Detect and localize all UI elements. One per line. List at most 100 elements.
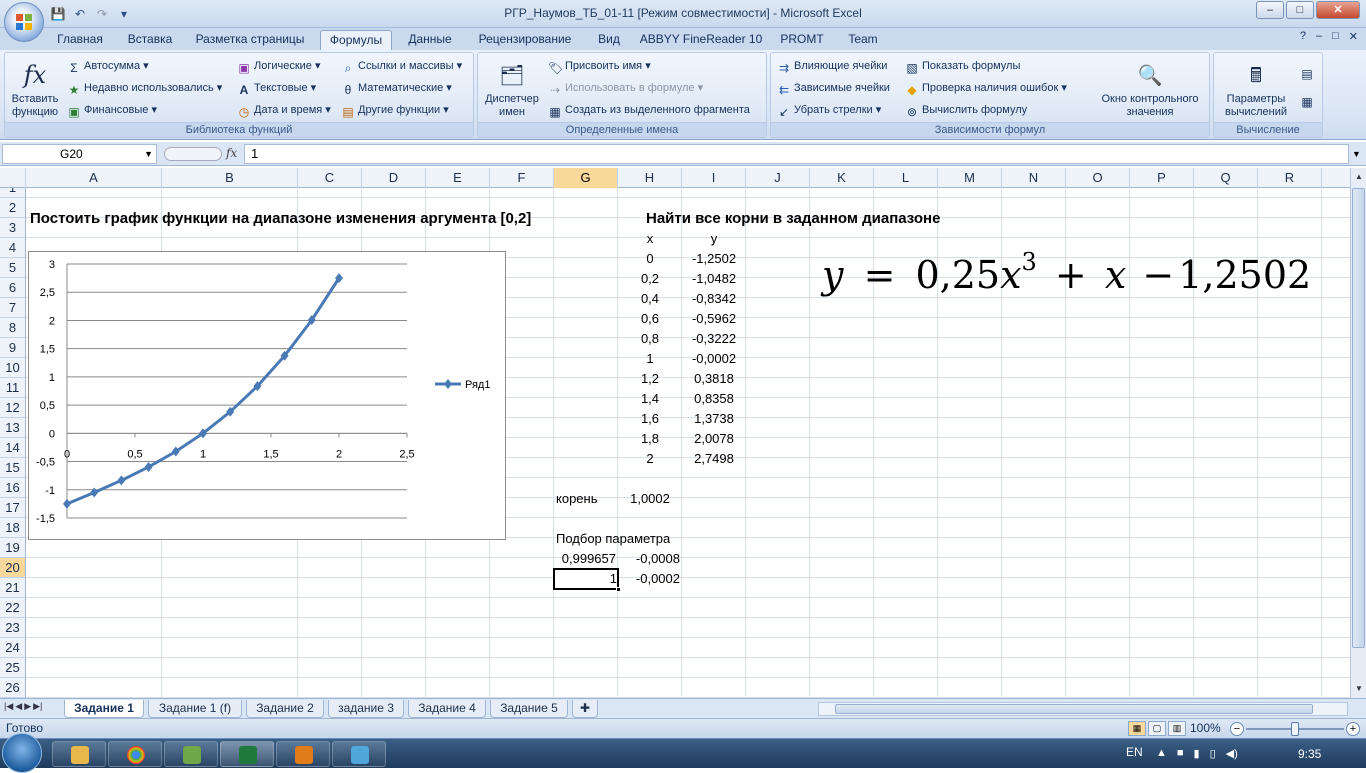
lookup-button[interactable]: ⌕ Ссылки и массивы ▾ (341, 57, 463, 75)
row-header-13[interactable]: 13 (0, 418, 26, 438)
scroll-up-icon[interactable]: ▲ (1353, 170, 1365, 184)
cell-h16[interactable]: 1,0002 (618, 489, 682, 509)
evaluate-formula-button[interactable]: ⊚ Вычислить формулу (905, 101, 1027, 119)
tab-abbyy[interactable]: ABBYY FineReader 10 (636, 30, 766, 50)
text-button[interactable]: A Текстовые ▾ (237, 79, 316, 97)
datetime-button[interactable]: ◷ Дата и время ▾ (237, 101, 331, 119)
row-header-17[interactable]: 17 (0, 498, 26, 518)
cell-x-value[interactable]: 1 (618, 349, 682, 369)
row-header-4[interactable]: 4 (0, 238, 26, 258)
tab-home[interactable]: Главная (50, 30, 110, 50)
horizontal-scrollbar[interactable] (818, 702, 1348, 716)
row-header-15[interactable]: 15 (0, 458, 26, 478)
row-header-18[interactable]: 18 (0, 518, 26, 538)
row-header-9[interactable]: 9 (0, 338, 26, 358)
vertical-scroll-thumb[interactable] (1352, 188, 1365, 648)
clock[interactable]: 9:35 (1298, 747, 1321, 761)
help-icon[interactable]: ? (1300, 30, 1306, 43)
sheet-tab-3[interactable]: Задание 2 (246, 700, 324, 718)
tray-app-icon[interactable]: ■ (1177, 747, 1184, 760)
prev-sheet-icon[interactable]: ◀ (15, 701, 22, 712)
maximize-button[interactable]: □ (1286, 1, 1314, 19)
column-header-n[interactable]: N (1002, 168, 1066, 188)
equation-object[interactable]: y = 0,25x3 + x −1,2502 (822, 248, 1311, 297)
column-header-k[interactable]: K (810, 168, 874, 188)
cell-x-value[interactable]: 1,8 (618, 429, 682, 449)
cell-y-value[interactable]: -1,0482 (682, 269, 746, 289)
row-header-12[interactable]: 12 (0, 398, 26, 418)
cell-x-value[interactable]: 0,8 (618, 329, 682, 349)
tray-up-icon[interactable]: ▲ (1156, 747, 1167, 760)
zoom-slider[interactable]: − + (1230, 722, 1360, 736)
tab-formulas[interactable]: Формулы (320, 30, 392, 50)
ribbon-minimize-icon[interactable]: – (1316, 30, 1322, 43)
row-header-2[interactable]: 2 (0, 198, 26, 218)
create-from-selection-button[interactable]: ▦ Создать из выделенного фрагмента (548, 101, 750, 119)
column-header-d[interactable]: D (362, 168, 426, 188)
chevron-down-icon[interactable]: ▼ (144, 145, 153, 163)
cell-y-value[interactable]: 1,3738 (682, 409, 746, 429)
cell-y-value[interactable]: -0,0002 (682, 349, 746, 369)
cell-h2[interactable]: Найти все корни в заданном диапазоне (646, 209, 940, 229)
cell-x-value[interactable]: 0,4 (618, 289, 682, 309)
autosum-button[interactable]: Σ Автосумма ▾ (67, 57, 148, 75)
volume-icon[interactable]: ◀) (1226, 747, 1238, 760)
tab-data[interactable]: Данные (402, 30, 458, 50)
cell-y-value[interactable]: 2,0078 (682, 429, 746, 449)
column-header-b[interactable]: B (162, 168, 298, 188)
row-header-21[interactable]: 21 (0, 578, 26, 598)
zoom-in-icon[interactable]: + (1346, 722, 1360, 736)
tab-page-layout[interactable]: Разметка страницы (190, 30, 310, 50)
row-header-19[interactable]: 19 (0, 538, 26, 558)
taskbar-tool[interactable] (332, 741, 386, 767)
cell-y-value[interactable]: -0,8342 (682, 289, 746, 309)
insert-function-button[interactable]: fx Вставить функцию (7, 59, 63, 119)
start-button[interactable] (2, 733, 42, 773)
financial-button[interactable]: ▣ Финансовые ▾ (67, 101, 157, 119)
row-header-22[interactable]: 22 (0, 598, 26, 618)
row-header-16[interactable]: 16 (0, 478, 26, 498)
cell-g18[interactable]: Подбор параметра (556, 529, 670, 549)
other-functions-button[interactable]: ▤ Другие функции ▾ (341, 101, 448, 119)
column-header-a[interactable]: A (26, 168, 162, 188)
chart[interactable]: 3 2,5 2 1,5 1 0,5 0 -0,5 -1 -1,5 0 0,5 1 1,5 2 2,5 Ряд1 (28, 251, 506, 540)
column-header-m[interactable]: M (938, 168, 1002, 188)
column-header-r[interactable]: R (1258, 168, 1322, 188)
row-header-25[interactable]: 25 (0, 658, 26, 678)
first-sheet-icon[interactable]: |◀ (4, 701, 13, 712)
minimize-button[interactable]: – (1256, 1, 1284, 19)
cell-g19[interactable]: 0,999657 (554, 549, 616, 569)
row-header-3[interactable]: 3 (0, 218, 26, 238)
zoom-knob[interactable] (1291, 722, 1299, 736)
trace-precedents-button[interactable]: ⇉ Влияющие ячейки (777, 57, 887, 75)
cell-x-value[interactable]: 1,4 (618, 389, 682, 409)
column-header-o[interactable]: O (1066, 168, 1130, 188)
select-all-corner[interactable] (0, 168, 26, 188)
column-header-l[interactable]: L (874, 168, 938, 188)
row-header-24[interactable]: 24 (0, 638, 26, 658)
cell-x-value[interactable]: 0,6 (618, 309, 682, 329)
language-indicator[interactable]: EN (1126, 745, 1143, 759)
column-header-q[interactable]: Q (1194, 168, 1258, 188)
taskbar-excel[interactable] (220, 741, 274, 767)
expand-formula-bar-icon[interactable]: ▼ (1352, 145, 1364, 163)
taskbar-app[interactable] (164, 741, 218, 767)
taskbar-explorer[interactable] (52, 741, 106, 767)
tab-team[interactable]: Team (838, 30, 888, 50)
row-header-11[interactable]: 11 (0, 378, 26, 398)
row-header-6[interactable]: 6 (0, 278, 26, 298)
calc-options-button[interactable]: 🖩 Параметры вычислений (1216, 59, 1296, 119)
math-button[interactable]: θ Математические ▾ (341, 79, 452, 97)
insert-function-fx-icon[interactable]: fx (226, 144, 237, 162)
cell-y-value[interactable]: 2,7498 (682, 449, 746, 469)
row-header-26[interactable]: 26 (0, 678, 26, 698)
next-sheet-icon[interactable]: ▶ (24, 701, 31, 712)
cell-i3[interactable]: y (682, 229, 746, 249)
recent-button[interactable]: ★ Недавно использовались ▾ (67, 79, 223, 97)
horizontal-scroll-thumb[interactable] (835, 704, 1313, 714)
name-manager-button[interactable]: 🗂 Диспетчер имен (480, 59, 544, 119)
cell-x-value[interactable]: 1,6 (618, 409, 682, 429)
define-name-button[interactable]: 🏷 Присвоить имя ▾ (548, 57, 651, 75)
tab-promt[interactable]: PROMT (774, 30, 830, 50)
row-header-10[interactable]: 10 (0, 358, 26, 378)
